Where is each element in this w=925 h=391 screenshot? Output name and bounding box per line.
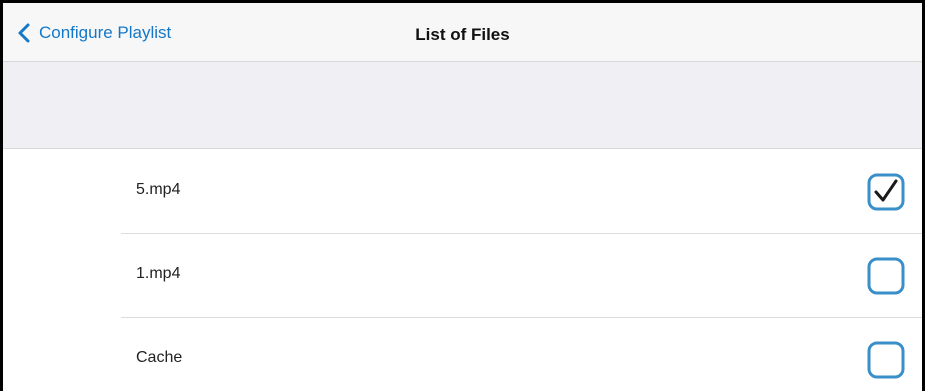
file-checkbox[interactable] [866, 172, 906, 212]
app-window: Configure Playlist List of Files 5.mp4 1… [0, 0, 925, 391]
checkbox-unchecked-icon [867, 257, 905, 295]
page-title: List of Files [415, 25, 510, 44]
section-header-spacer [3, 62, 922, 149]
checkbox-checked-icon [867, 173, 905, 211]
file-row[interactable]: 5.mp4 [3, 149, 922, 233]
checkbox-unchecked-icon [867, 341, 905, 379]
file-name: Cache [136, 349, 183, 366]
file-checkbox[interactable] [866, 340, 906, 380]
file-row[interactable]: Cache [3, 317, 922, 391]
file-name: 5.mp4 [136, 181, 181, 198]
navigation-bar: Configure Playlist List of Files [3, 3, 922, 62]
file-row[interactable]: 1.mp4 [3, 233, 922, 317]
file-list: 5.mp4 1.mp4 Cache [3, 149, 922, 391]
file-name: 1.mp4 [136, 265, 181, 282]
file-checkbox[interactable] [866, 256, 906, 296]
